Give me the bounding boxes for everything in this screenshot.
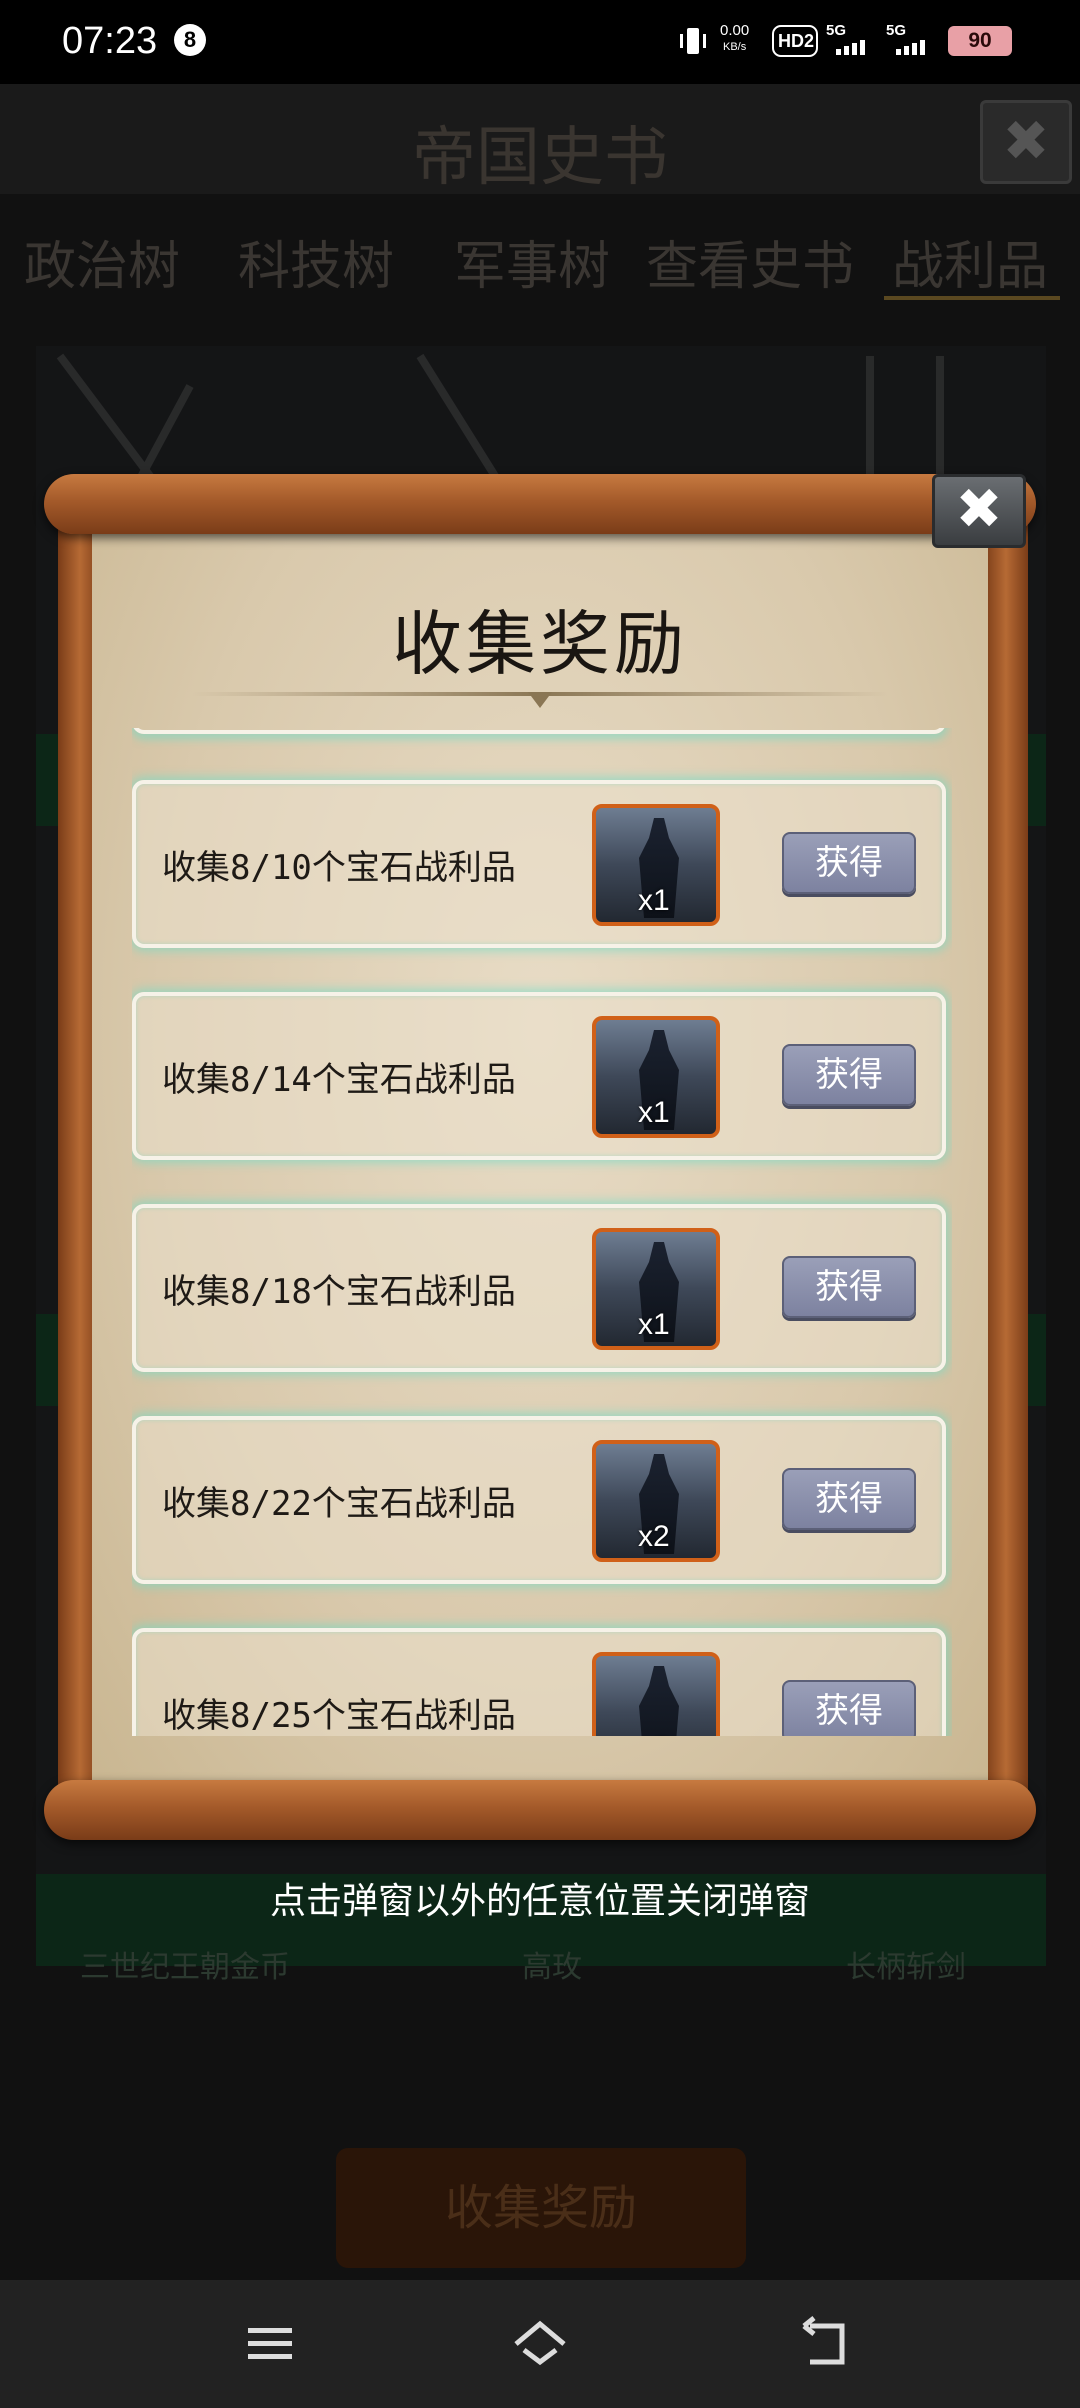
reward-row-label: 收集8/18个宝石战利品: [162, 1272, 516, 1312]
get-button[interactable]: 获得: [782, 1256, 916, 1318]
title-divider-tick: [528, 692, 552, 708]
game-item-label-1: 三世纪王朝金币: [80, 1950, 290, 1985]
signal-5g-icon-1: 5G: [826, 22, 884, 58]
reward-qty: x1: [638, 1308, 670, 1341]
reward-row: 收集8/14个宝石战利品 x1 获得: [132, 992, 946, 1160]
collect-rewards-button[interactable]: 收集奖励: [336, 2148, 746, 2268]
net-speed: 0.00 KB/s: [720, 22, 749, 56]
close-icon[interactable]: ✖: [932, 474, 1026, 548]
net-speed-value: 0.00: [720, 22, 750, 39]
vibrate-icon: [680, 28, 706, 54]
signal-label-2: 5G: [886, 22, 907, 39]
game-close-button[interactable]: ✖: [980, 100, 1072, 184]
close-hint: 点击弹窗以外的任意位置关闭弹窗: [269, 1881, 810, 1922]
reward-qty: x1: [638, 884, 670, 917]
system-nav-bar: [0, 2280, 1080, 2408]
get-button[interactable]: 获得: [782, 1044, 916, 1106]
net-speed-unit: KB/s: [722, 41, 747, 53]
scroll-paper: 收集奖励 收集8/10个宝石战利品 x1 获得 收集8/14个宝石战利品 x1 …: [92, 518, 988, 1794]
tab-history[interactable]: 查看史书: [646, 224, 854, 299]
status-bar: 07:23 8 0.00 KB/s HD2 5G 5G 90: [0, 0, 1080, 84]
home-icon[interactable]: [510, 2314, 570, 2374]
tab-politics[interactable]: 政治树: [24, 224, 180, 299]
reward-row-label: 收集8/14个宝石战利品: [162, 1060, 516, 1100]
tab-technology[interactable]: 科技树: [238, 224, 394, 299]
get-button[interactable]: 获得: [782, 832, 916, 894]
get-button[interactable]: 获得: [782, 1680, 916, 1736]
gem-trophy-icon[interactable]: x2: [592, 1652, 720, 1736]
hd-icon: HD2: [772, 25, 818, 57]
game-item-label-2: 高玫: [522, 1950, 582, 1985]
gem-trophy-icon[interactable]: x2: [592, 1440, 720, 1562]
notification-badge-icon: 8: [174, 24, 206, 56]
reward-qty: x1: [638, 1096, 670, 1129]
scroll-side-right: [984, 518, 1028, 1798]
reward-list[interactable]: 收集8/10个宝石战利品 x1 获得 收集8/14个宝石战利品 x1 获得 收集…: [132, 728, 952, 1736]
popup-title: 收集奖励: [392, 603, 688, 685]
back-icon[interactable]: [796, 2314, 856, 2374]
battery-icon: 90: [948, 26, 1012, 56]
reward-row: 收集8/22个宝石战利品 x2 获得: [132, 1416, 946, 1584]
reward-row: 收集8/10个宝石战利品 x1 获得: [132, 780, 946, 948]
reward-popup: 收集奖励 收集8/10个宝石战利品 x1 获得 收集8/14个宝石战利品 x1 …: [44, 474, 1036, 1854]
reward-row: 收集8/25个宝石战利品 x2 获得: [132, 1628, 946, 1736]
tab-spoils[interactable]: 战利品: [892, 224, 1048, 299]
gem-trophy-icon[interactable]: x1: [592, 804, 720, 926]
reward-qty: x2: [638, 1520, 670, 1553]
scroll-rod-bottom: [44, 1780, 1036, 1840]
gem-trophy-icon[interactable]: x1: [592, 1016, 720, 1138]
signal-label-1: 5G: [826, 22, 847, 39]
game-tabs: 政治树 科技树 军事树 查看史书 战利品: [0, 224, 1080, 304]
clock: 07:23: [62, 20, 158, 62]
reward-row-label: 收集8/10个宝石战利品: [162, 848, 516, 888]
get-button[interactable]: 获得: [782, 1468, 916, 1530]
gem-trophy-icon[interactable]: x1: [592, 1228, 720, 1350]
reward-qty: x2: [638, 1732, 670, 1736]
list-item-partial: [132, 728, 946, 734]
signal-5g-icon-2: 5G: [886, 22, 944, 58]
reward-row-label: 收集8/25个宝石战利品: [162, 1696, 516, 1736]
game-title: 帝国史书: [412, 121, 668, 195]
game-header: 帝国史书 ✖: [0, 84, 1080, 195]
active-tab-indicator: [884, 296, 1060, 300]
scroll-rod-top: [44, 474, 1036, 534]
game-item-label-3: 长柄斩剑: [846, 1950, 966, 1985]
reward-row-label: 收集8/22个宝石战利品: [162, 1484, 516, 1524]
reward-row: 收集8/18个宝石战利品 x1 获得: [132, 1204, 946, 1372]
menu-icon[interactable]: [240, 2314, 300, 2374]
tab-military[interactable]: 军事树: [454, 224, 610, 299]
